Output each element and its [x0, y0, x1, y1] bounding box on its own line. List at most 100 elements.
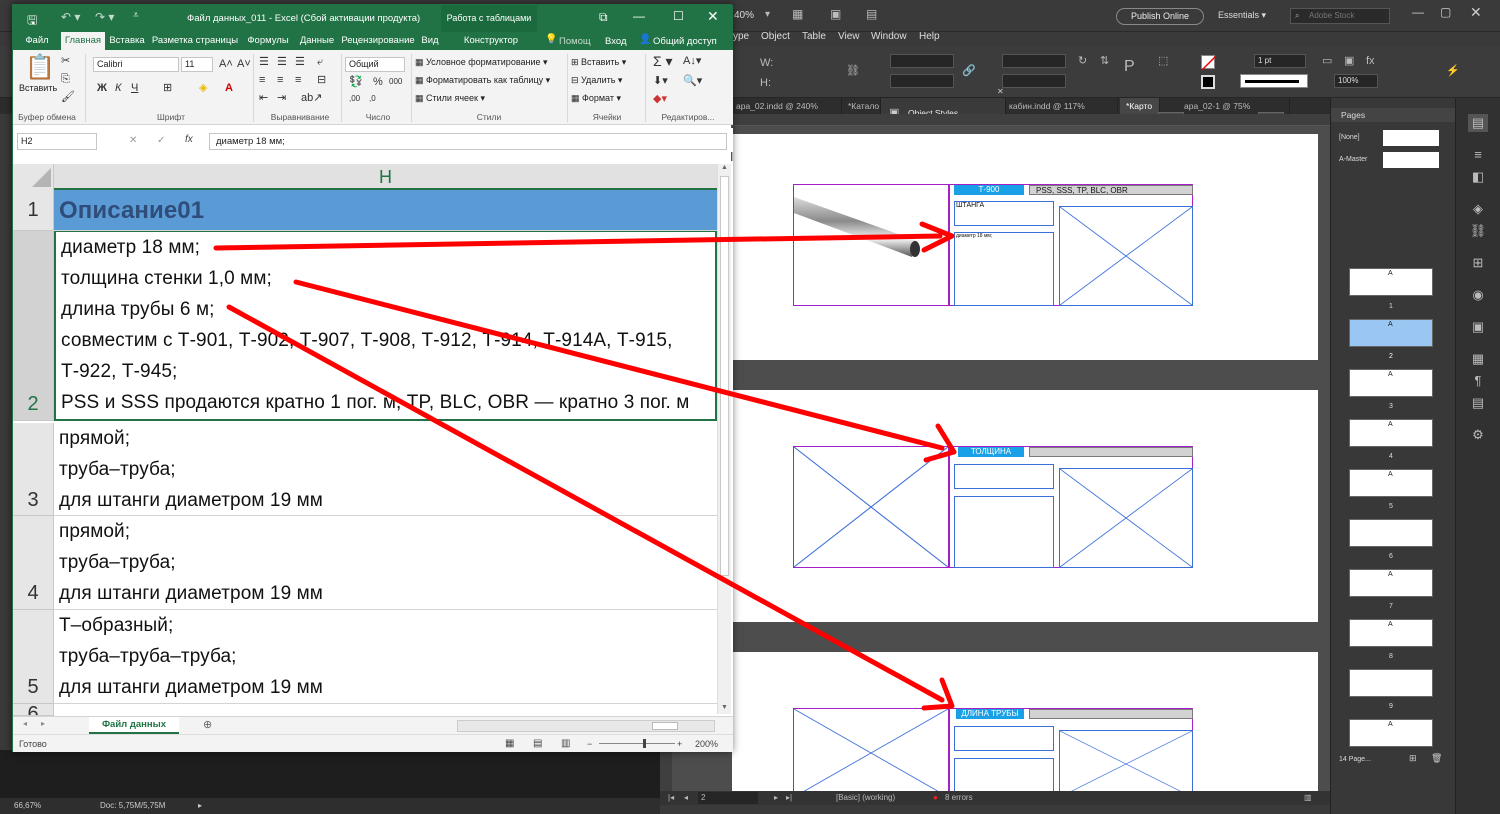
delete-cells-button[interactable]: ⊟ Удалить ▾ [571, 75, 622, 86]
object-style-icon[interactable]: ▣ [1344, 54, 1354, 68]
fill-icon[interactable]: ⬇▾ [653, 74, 668, 88]
scroll-down-icon[interactable]: ▼ [721, 704, 728, 711]
table-tool-icon[interactable]: ▦ [1468, 350, 1488, 368]
cell-h5[interactable]: Т–образный; труба–труба–труба; для штанг… [54, 610, 717, 704]
find-icon[interactable]: 🔍▾ [683, 74, 702, 88]
cell-styles-tool-icon[interactable]: ▤ [1468, 394, 1488, 412]
clear-icon[interactable]: ◆▾ [653, 92, 667, 106]
orientation-icon[interactable]: ab↗ [301, 91, 322, 105]
menu-object[interactable]: Object [761, 31, 790, 42]
maximize-icon[interactable]: ▢ [1440, 5, 1451, 19]
align-left-icon[interactable]: ≡ [259, 73, 265, 87]
format-as-table-button[interactable]: ▦ Форматировать как таблицу ▾ [415, 75, 550, 86]
select-container-icon[interactable]: ⬚ [1158, 54, 1168, 68]
ribbon-display-icon[interactable]: ⧉ [599, 10, 608, 25]
text-frame-2a[interactable] [954, 464, 1054, 489]
sheet-prev-icon[interactable]: ◂ [23, 719, 27, 728]
cell-h1[interactable]: Описание01 [54, 190, 717, 231]
page-thumb-1[interactable]: A [1349, 268, 1433, 296]
sort-filter-icon[interactable]: A↓▾ [683, 54, 701, 68]
stroke-weight-field[interactable]: 1 pt [1254, 54, 1306, 68]
outdent-icon[interactable]: ⇥ [277, 91, 286, 105]
page-thumb-3[interactable]: A [1349, 369, 1433, 397]
format-cells-button[interactable]: ▦ Формат ▾ [571, 93, 621, 104]
save-icon[interactable]: 🖫 [27, 11, 37, 32]
tab-design[interactable]: Конструктор [453, 32, 529, 50]
select-all-corner[interactable] [13, 164, 54, 190]
font-color-icon[interactable]: A [225, 81, 233, 95]
dlina-label[interactable]: ДЛИНА ТРУБЫ [956, 709, 1024, 719]
align-top-icon[interactable]: ☰ [259, 55, 269, 69]
column-header-h[interactable]: H [54, 164, 717, 190]
align-right-icon[interactable]: ≡ [295, 73, 301, 87]
tab-file[interactable]: Файл [17, 32, 57, 50]
formula-input[interactable]: диаметр 18 мм; [209, 133, 727, 150]
screen-mode-icon[interactable]: ▾ [765, 9, 770, 20]
x-field[interactable] [890, 54, 954, 68]
format-painter-icon[interactable]: 🖌 [61, 90, 75, 104]
none-master-thumb[interactable] [1383, 130, 1439, 146]
frame-fitting-icon[interactable]: ▭ [1322, 54, 1332, 68]
h-scroll-thumb[interactable] [652, 722, 678, 730]
excel-minimize-icon[interactable]: — [633, 9, 645, 23]
shtanga-frame[interactable]: ШТАНГА [954, 201, 1054, 226]
last-page-icon[interactable]: ▸| [786, 791, 792, 805]
vertical-scrollbar[interactable]: ▲ ▼ [717, 164, 731, 714]
copy-icon[interactable]: ⎘ [61, 72, 70, 86]
tab-home[interactable]: Главная [61, 32, 105, 50]
cell-h2[interactable]: диаметр 18 мм; толщина стенки 1,0 мм; дл… [54, 231, 717, 421]
tab-formulas[interactable]: Формулы [243, 32, 293, 50]
indent-icon[interactable]: ⇤ [259, 91, 268, 105]
scale-field[interactable]: 100% [1334, 74, 1378, 88]
fill-color-icon[interactable]: ◈ [199, 81, 207, 95]
next-page-icon[interactable]: ▸ [774, 791, 778, 805]
normal-view-icon[interactable]: ▦ [505, 735, 514, 753]
row-header-2[interactable]: 2 [13, 231, 54, 421]
new-page-icon[interactable]: ⊞ [1409, 753, 1417, 764]
shear-field[interactable] [1002, 54, 1066, 68]
flip-icon[interactable]: ⇅ [1100, 54, 1109, 68]
page-thumb-5[interactable]: A [1349, 469, 1433, 497]
lightning-icon[interactable]: ⚡ [1446, 64, 1460, 78]
page-layout-view-icon[interactable]: ▤ [533, 735, 542, 753]
page-thumb-6[interactable] [1349, 519, 1433, 547]
horizontal-scrollbar[interactable] [457, 720, 715, 732]
row-header-6[interactable]: 6 [13, 704, 54, 716]
zoom-readout[interactable]: 40% [734, 10, 754, 21]
name-box[interactable]: H2 [17, 133, 97, 150]
cell-h4[interactable]: прямой; труба–труба; для штанги диаметро… [54, 516, 717, 610]
sign-in-link[interactable]: Вход [605, 36, 627, 47]
code-label[interactable]: Т-900 [954, 185, 1024, 195]
first-page-icon[interactable]: |◂ [668, 791, 674, 805]
page-thumb-8[interactable]: A [1349, 619, 1433, 647]
errors-count[interactable]: 8 errors [945, 791, 973, 805]
text-frame-2b[interactable] [954, 496, 1054, 568]
qat-customize-icon[interactable]: ⩡ [133, 10, 139, 21]
script-tool-icon[interactable]: ⚙ [1468, 426, 1488, 444]
row-header-4[interactable]: 4 [13, 516, 54, 610]
menu-table[interactable]: Table [802, 31, 826, 42]
align-center-icon[interactable]: ≡ [277, 73, 283, 87]
minimize-icon[interactable]: — [1412, 5, 1424, 19]
fill-swatch[interactable] [1201, 55, 1217, 71]
shrink-font-icon[interactable]: A˅ [237, 57, 251, 71]
page-number-field[interactable]: 2 [698, 792, 758, 804]
align-middle-icon[interactable]: ☰ [277, 55, 287, 69]
cell-h3[interactable]: прямой; труба–труба; для штанги диаметро… [54, 423, 717, 516]
excel-close-icon[interactable]: ✕ [707, 8, 719, 25]
tab-insert[interactable]: Вставка [107, 32, 147, 50]
zoom-level[interactable]: 200% [695, 735, 718, 753]
popup-close-icon[interactable]: ✕ [997, 87, 1004, 96]
delete-page-icon[interactable]: 🗑 [1431, 753, 1442, 764]
comma-style-icon[interactable]: 000 [389, 75, 402, 89]
pages-panel-tab[interactable]: Pages [1331, 108, 1456, 122]
stock-search-input[interactable]: ⌕ Adobe Stock [1290, 8, 1390, 24]
a-master-thumb[interactable] [1383, 152, 1439, 168]
stroke-swatch[interactable] [1201, 75, 1215, 89]
none-master-label[interactable]: [None] [1339, 134, 1360, 141]
tab-page-layout[interactable]: Разметка страницы [149, 32, 241, 50]
doc-tab-4[interactable]: *Карто [1120, 98, 1160, 114]
menu-type[interactable]: ype [733, 31, 749, 42]
zoom-slider[interactable] [599, 739, 675, 748]
borders-icon[interactable]: ⊞ [163, 81, 172, 95]
